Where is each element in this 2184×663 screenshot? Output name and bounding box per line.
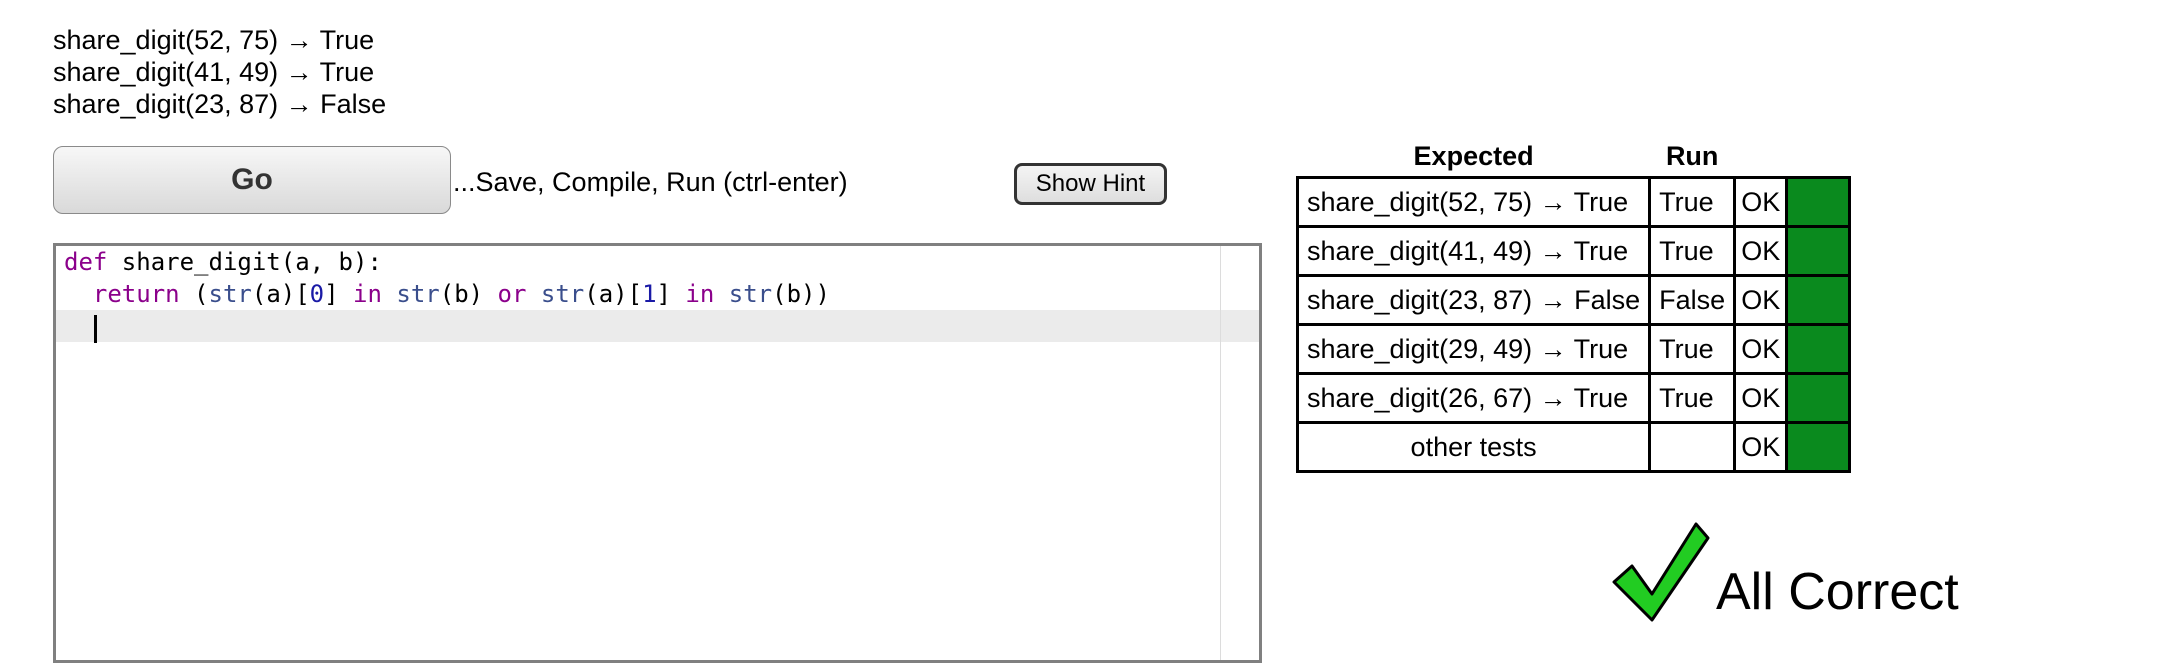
all-correct-text: All Correct (1716, 563, 1959, 621)
keyword-or: or (497, 280, 527, 308)
expected-cell: share_digit(52, 75) → True (1295, 176, 1652, 228)
table-row: share_digit(29, 49) → True True OK (1295, 323, 1852, 375)
code-text: share_digit(a, b): (107, 248, 382, 276)
go-button[interactable]: Go (53, 146, 451, 214)
keyword-in: in (353, 280, 382, 308)
status-color-cell (1785, 421, 1852, 473)
keyword-in: in (685, 280, 715, 308)
code-text: (a)[ (584, 280, 643, 308)
header-run: Run (1665, 140, 1719, 171)
checkmark-icon (1612, 522, 1710, 622)
builtin-str: str (540, 280, 585, 308)
expected-cell: share_digit(41, 49) → True (1295, 225, 1652, 277)
status-cell: OK (1733, 421, 1789, 473)
run-cell: True (1648, 225, 1737, 277)
run-cell: True (1648, 372, 1737, 424)
status-color-cell (1785, 274, 1852, 326)
table-row: share_digit(52, 75) → True True OK (1295, 176, 1852, 228)
status-color-cell (1785, 323, 1852, 375)
table-row: share_digit(26, 67) → True True OK (1295, 372, 1852, 424)
keyword-return: return (92, 280, 180, 308)
number-literal: 1 (642, 280, 657, 308)
go-caption: ...Save, Compile, Run (ctrl-enter) (453, 167, 848, 197)
keyword-def: def (64, 248, 108, 276)
status-cell: OK (1733, 274, 1789, 326)
builtin-str: str (728, 280, 773, 308)
code-editor[interactable]: def share_digit(a, b): return (str(a)[0]… (53, 243, 1262, 663)
show-hint-button[interactable]: Show Hint (1014, 163, 1167, 205)
status-cell: OK (1733, 176, 1789, 228)
expected-cell: share_digit(26, 67) → True (1295, 372, 1652, 424)
run-cell: True (1648, 323, 1737, 375)
example-line: share_digit(41, 49) → True (53, 57, 375, 87)
examples-list: share_digit(52, 75) → True share_digit(4… (53, 24, 386, 120)
code-text: (b)) (772, 280, 830, 308)
header-expected: Expected (1413, 140, 1534, 171)
code-text: ( (179, 280, 209, 308)
example-line: share_digit(23, 87) → False (53, 89, 387, 119)
number-literal: 0 (309, 280, 325, 308)
code-text: (a)[ (251, 280, 310, 308)
run-cell (1648, 421, 1737, 473)
run-cell: False (1648, 274, 1737, 326)
status-color-cell (1785, 372, 1852, 424)
table-row: share_digit(41, 49) → True True OK (1295, 225, 1852, 277)
run-cell: True (1648, 176, 1737, 228)
code-line: return (str(a)[0] in str(b) or str(a)[1]… (64, 278, 830, 310)
status-cell: OK (1733, 323, 1789, 375)
example-line: share_digit(52, 75) → True (53, 25, 375, 55)
active-line-highlight (56, 310, 1259, 342)
builtin-str: str (396, 280, 440, 308)
status-color-cell (1785, 176, 1852, 228)
builtin-str: str (208, 280, 252, 308)
code-text: (b) (439, 280, 498, 308)
code-text: ] (324, 280, 354, 308)
code-line: def share_digit(a, b): (64, 246, 382, 278)
table-row: share_digit(23, 87) → False False OK (1295, 274, 1852, 326)
code-text: ] (656, 280, 686, 308)
print-margin (1220, 246, 1221, 660)
status-cell: OK (1733, 225, 1789, 277)
status-cell: OK (1733, 372, 1789, 424)
expected-cell: share_digit(23, 87) → False (1295, 274, 1652, 326)
status-color-cell (1785, 225, 1852, 277)
expected-cell: other tests (1295, 421, 1652, 473)
text-cursor (94, 315, 97, 343)
table-row: other tests OK (1295, 421, 1852, 473)
results-table: Expected Run share_digit(52, 75) → True … (1295, 138, 1852, 473)
all-correct-banner: All Correct (1610, 520, 1959, 624)
expected-cell: share_digit(29, 49) → True (1295, 323, 1652, 375)
